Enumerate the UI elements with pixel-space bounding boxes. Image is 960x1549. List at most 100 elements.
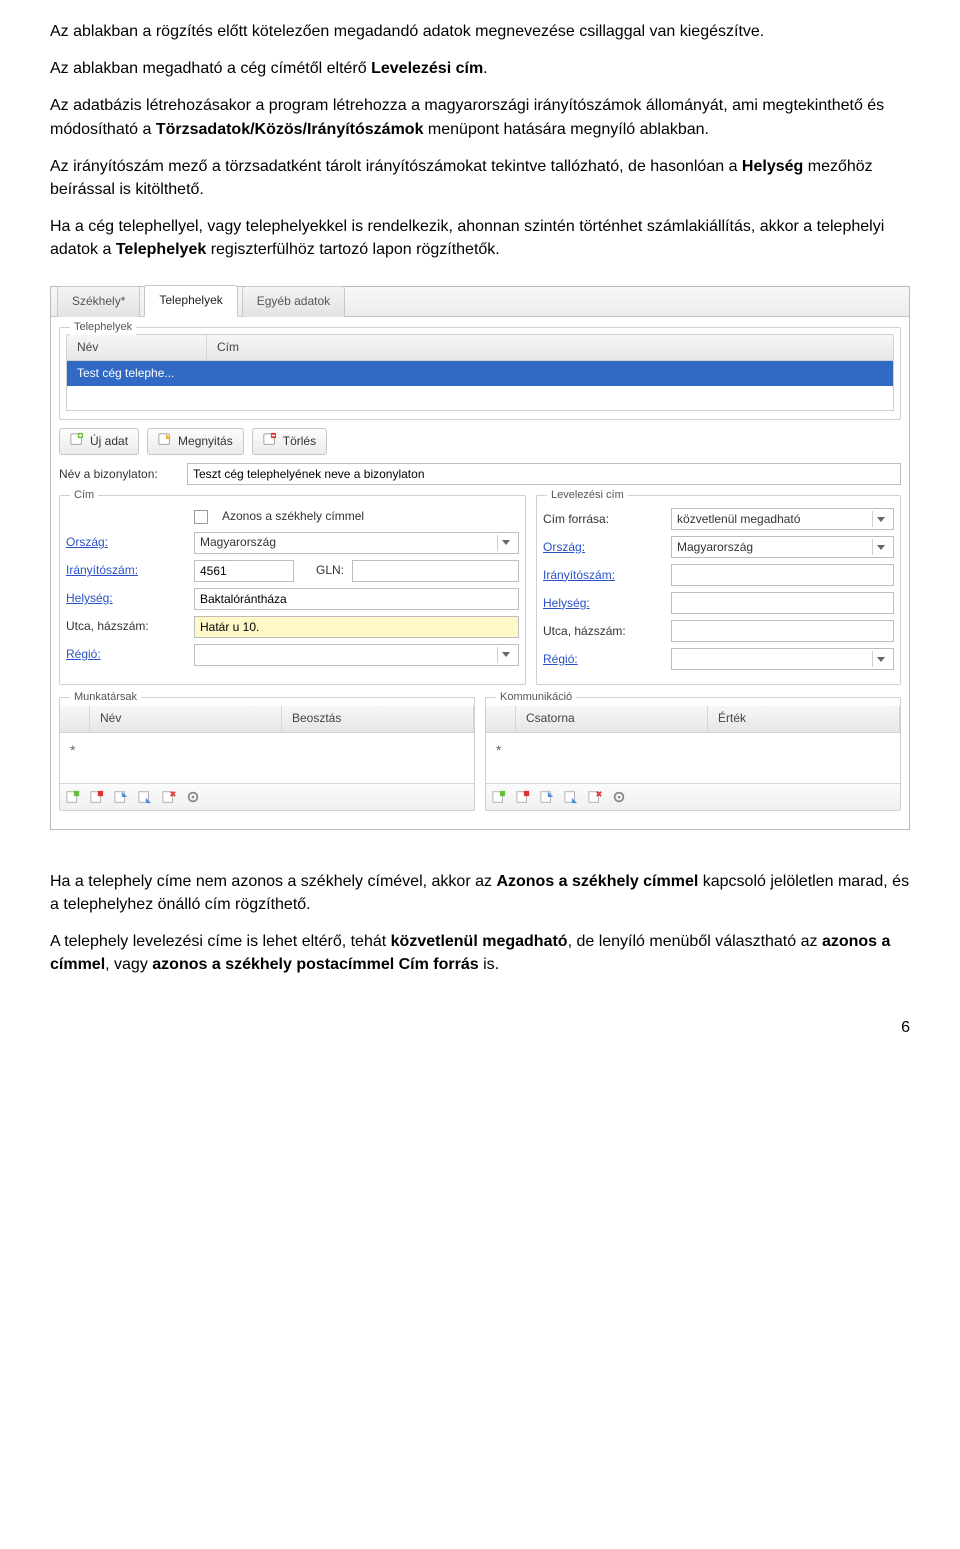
open-button[interactable]: Megnyitás xyxy=(147,428,244,455)
input-cim-gln[interactable] xyxy=(352,560,519,582)
row-name-on-doc: Név a bizonylaton: xyxy=(59,463,901,485)
mini-delete-icon[interactable] xyxy=(160,788,178,806)
mini-delete-icon[interactable] xyxy=(586,788,604,806)
komm-col-value[interactable]: Érték xyxy=(708,706,900,731)
select-cim-orszag[interactable]: Magyarország xyxy=(194,532,519,554)
paragraph-b1: Ha a telephely címe nem azonos a székhel… xyxy=(50,870,910,916)
komm-grid-body[interactable]: * xyxy=(486,733,900,783)
komm-col-channel[interactable]: Csatorna xyxy=(516,706,708,731)
checkbox-same-address[interactable] xyxy=(194,510,208,524)
select-lev-regio[interactable] xyxy=(671,648,894,670)
label-cim-orszag[interactable]: Ország: xyxy=(66,534,186,551)
munkatarsak-new-row[interactable]: * xyxy=(66,737,468,763)
input-cim-utca[interactable] xyxy=(194,616,519,638)
input-lev-utca[interactable] xyxy=(671,620,894,642)
row-cim-regio: Régió: xyxy=(66,644,519,666)
tab-szekhely[interactable]: Székhely* xyxy=(57,286,140,316)
mini-settings-icon[interactable] xyxy=(184,788,202,806)
input-name-on-doc[interactable] xyxy=(187,463,901,485)
paragraph-5: Ha a cég telephellyel, vagy telephelyekk… xyxy=(50,215,910,261)
input-lev-helyseg[interactable] xyxy=(671,592,894,614)
group-lev: Levelezési cím Cím forrása: közvetlenül … xyxy=(536,495,901,685)
group-telephelyek: Telephelyek Név Cím Test cég telephe... xyxy=(59,327,901,420)
select-lev-source-value: közvetlenül megadható xyxy=(677,511,800,528)
chevron-down-icon xyxy=(872,539,888,555)
mini-add-icon[interactable] xyxy=(490,788,508,806)
row-lev-utca: Utca, házszám: xyxy=(543,620,894,642)
new-label: Új adat xyxy=(90,433,128,450)
mini-settings-icon[interactable] xyxy=(610,788,628,806)
label-lev-regio[interactable]: Régió: xyxy=(543,651,663,668)
select-cim-orszag-value: Magyarország xyxy=(200,534,276,551)
paragraph-1: Az ablakban a rögzítés előtt kötelezően … xyxy=(50,20,910,43)
label-lev-orszag[interactable]: Ország: xyxy=(543,539,663,556)
row-cim-orszag: Ország: Magyarország xyxy=(66,532,519,554)
tab-telephelyek[interactable]: Telephelyek xyxy=(144,285,237,316)
group-kommunikacio: Kommunikáció Csatorna Érték * xyxy=(485,697,901,810)
label-lev-helyseg[interactable]: Helység: xyxy=(543,595,663,612)
app-window: Székhely* Telephelyek Egyéb adatok Telep… xyxy=(50,286,910,830)
label-cim-utca: Utca, házszám: xyxy=(66,618,186,635)
delete-button[interactable]: Törlés xyxy=(252,428,327,455)
grid-body: Test cég telephe... xyxy=(66,361,894,411)
group-cim: Cím Azonos a székhely címmel Ország: Mag… xyxy=(59,495,526,685)
group-cim-legend: Cím xyxy=(70,488,98,504)
select-lev-orszag[interactable]: Magyarország xyxy=(671,536,894,558)
label-cim-gln: GLN: xyxy=(316,562,344,579)
row-lev-irsz: Irányítószám: xyxy=(543,564,894,586)
chevron-down-icon xyxy=(872,651,888,667)
grid-col-cim[interactable]: Cím xyxy=(207,335,893,360)
grid-cell-name: Test cég telephe... xyxy=(67,361,207,386)
input-cim-helyseg[interactable] xyxy=(194,588,519,610)
row-cim-helyseg: Helység: xyxy=(66,588,519,610)
mini-add-icon[interactable] xyxy=(64,788,82,806)
paragraph-4: Az irányítószám mező a törzsadatként tár… xyxy=(50,155,910,201)
mini-save-icon[interactable] xyxy=(136,788,154,806)
munkatarsak-toolbar xyxy=(60,783,474,810)
group-lev-legend: Levelezési cím xyxy=(547,488,628,504)
list-toolbar: Új adat Megnyitás Törlés xyxy=(59,428,901,455)
label-same-address: Azonos a székhely címmel xyxy=(222,508,364,525)
group-kommunikacio-legend: Kommunikáció xyxy=(496,690,576,706)
mini-remove-icon[interactable] xyxy=(514,788,532,806)
select-lev-orszag-value: Magyarország xyxy=(677,539,753,556)
munkatarsak-col-name[interactable]: Név xyxy=(90,706,282,731)
paragraph-3: Az adatbázis létrehozásakor a program lé… xyxy=(50,94,910,140)
label-lev-irsz[interactable]: Irányítószám: xyxy=(543,567,663,584)
mini-open-icon[interactable] xyxy=(112,788,130,806)
group-telephelyek-legend: Telephelyek xyxy=(70,320,136,336)
new-button[interactable]: Új adat xyxy=(59,428,139,455)
munkatarsak-grid-body[interactable]: * xyxy=(60,733,474,783)
mini-save-icon[interactable] xyxy=(562,788,580,806)
page-number: 6 xyxy=(50,1016,910,1039)
komm-new-row[interactable]: * xyxy=(492,737,894,763)
group-munkatarsak: Munkatársak Név Beosztás * xyxy=(59,697,475,810)
mini-remove-icon[interactable] xyxy=(88,788,106,806)
row-cim-irsz: Irányítószám: GLN: xyxy=(66,560,519,582)
input-lev-irsz[interactable] xyxy=(671,564,894,586)
label-lev-source: Cím forrása: xyxy=(543,511,663,528)
grid-row[interactable]: Test cég telephe... xyxy=(67,361,893,386)
delete-icon xyxy=(263,432,277,451)
label-lev-utca: Utca, házszám: xyxy=(543,623,663,640)
tab-egyeb[interactable]: Egyéb adatok xyxy=(242,286,345,316)
select-lev-source[interactable]: közvetlenül megadható xyxy=(671,508,894,530)
komm-toolbar xyxy=(486,783,900,810)
grid-cell-cim xyxy=(207,361,893,386)
paragraph-2: Az ablakban megadható a cég címétől elté… xyxy=(50,57,910,80)
label-cim-regio[interactable]: Régió: xyxy=(66,646,186,663)
open-label: Megnyitás xyxy=(178,433,233,450)
input-cim-irsz[interactable] xyxy=(194,560,294,582)
mini-open-icon[interactable] xyxy=(538,788,556,806)
row-lev-helyseg: Helység: xyxy=(543,592,894,614)
chevron-down-icon xyxy=(497,535,513,551)
munkatarsak-col-role[interactable]: Beosztás xyxy=(282,706,474,731)
label-cim-irsz[interactable]: Irányítószám: xyxy=(66,562,186,579)
grid-col-name[interactable]: Név xyxy=(67,335,207,360)
add-icon xyxy=(70,432,84,451)
label-cim-helyseg[interactable]: Helység: xyxy=(66,590,186,607)
label-name-on-doc: Név a bizonylaton: xyxy=(59,466,179,483)
select-cim-regio[interactable] xyxy=(194,644,519,666)
komm-grid-header: Csatorna Érték xyxy=(486,706,900,732)
chevron-down-icon xyxy=(872,511,888,527)
